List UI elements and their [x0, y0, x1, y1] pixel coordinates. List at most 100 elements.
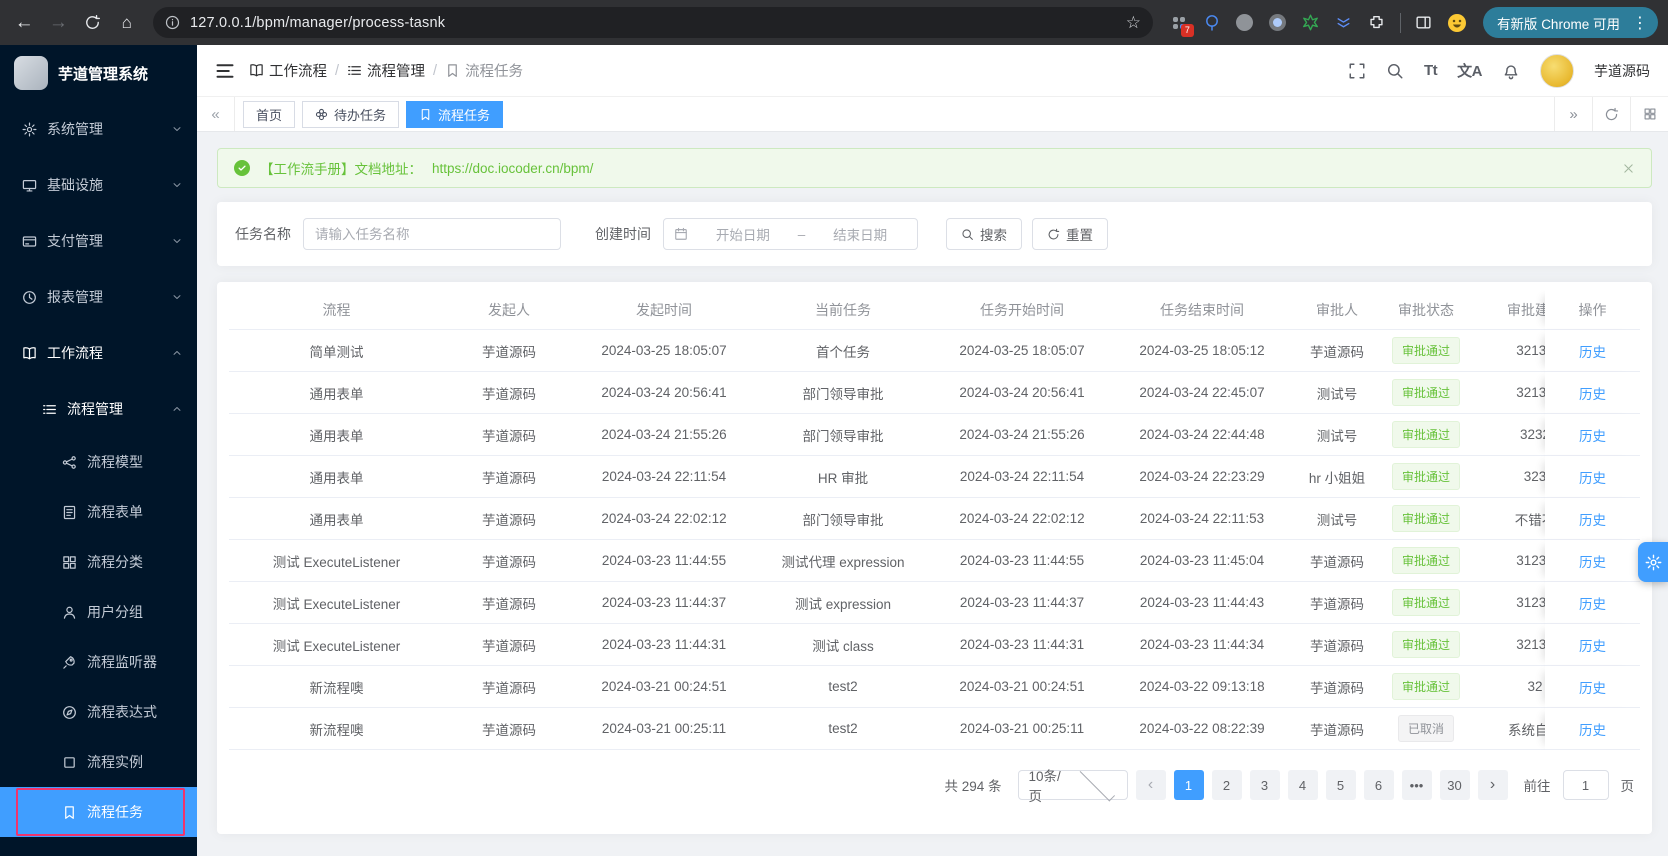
- tabs-scroll-right-button[interactable]: »: [1554, 97, 1592, 131]
- history-link[interactable]: 历史: [1579, 681, 1606, 696]
- end-date-placeholder[interactable]: 结束日期: [813, 224, 907, 244]
- breadcrumb-item-process-management[interactable]: 流程管理: [347, 60, 425, 81]
- tab-home[interactable]: 首页: [243, 100, 296, 128]
- history-link[interactable]: 历史: [1579, 387, 1606, 402]
- cell-process: 通用表单: [229, 372, 444, 414]
- history-link[interactable]: 历史: [1579, 345, 1606, 360]
- search-icon[interactable]: [1386, 62, 1404, 80]
- history-link[interactable]: 历史: [1579, 471, 1606, 486]
- side-panel-icon[interactable]: [1414, 13, 1434, 33]
- page-button[interactable]: 1: [1173, 770, 1204, 800]
- extension-badge: 7: [1180, 23, 1194, 37]
- history-link[interactable]: 历史: [1579, 639, 1606, 654]
- page-button[interactable]: 5: [1325, 770, 1356, 800]
- page-button[interactable]: 2: [1211, 770, 1242, 800]
- sidebar-item-process-model[interactable]: 流程模型: [0, 437, 197, 487]
- extension-icon-chevrons[interactable]: [1334, 13, 1354, 33]
- page-button[interactable]: •••: [1401, 770, 1432, 800]
- rocket-icon: [62, 655, 77, 670]
- date-range-picker[interactable]: 开始日期 – 结束日期: [663, 218, 918, 250]
- col-actions: 操作: [1545, 290, 1640, 330]
- prev-page-button[interactable]: ‹: [1135, 770, 1166, 800]
- refresh-icon: [1047, 228, 1060, 241]
- table-row: 通用表单 芋道源码 2024-03-24 22:11:54 HR 审批 2024…: [229, 456, 1640, 498]
- sidebar-item-process-category[interactable]: 流程分类: [0, 537, 197, 587]
- sidebar-item-infra[interactable]: 基础设施: [0, 157, 197, 213]
- profile-avatar-icon[interactable]: [1447, 13, 1467, 33]
- banner-doc-link[interactable]: https://doc.iocoder.cn/bpm/: [432, 161, 593, 176]
- sidebar-item-payment[interactable]: 支付管理: [0, 213, 197, 269]
- bookmark-star-icon[interactable]: ☆: [1126, 13, 1141, 33]
- collapse-menu-icon[interactable]: [215, 61, 235, 81]
- page-size-select[interactable]: 10条/页: [1017, 766, 1128, 804]
- cell-status: 审批通过: [1382, 456, 1470, 498]
- tab-process-task[interactable]: 流程任务: [406, 100, 504, 128]
- url-bar[interactable]: 127.0.0.1/bpm/manager/process-tasnk ☆: [152, 7, 1153, 38]
- browser-back-button[interactable]: ←: [10, 7, 38, 39]
- tabs-scroll-left-button[interactable]: «: [197, 97, 235, 131]
- breadcrumb-item-workflow[interactable]: 工作流程: [249, 60, 327, 81]
- cell-process: 简单测试: [229, 330, 444, 372]
- history-link[interactable]: 历史: [1579, 723, 1606, 738]
- theme-settings-button[interactable]: [1638, 542, 1668, 582]
- cell-starter: 芋道源码: [444, 498, 574, 540]
- font-size-icon[interactable]: Tt: [1424, 62, 1438, 79]
- url-text[interactable]: 127.0.0.1/bpm/manager/process-tasnk: [190, 15, 1116, 31]
- sidebar-item-process-task[interactable]: 流程任务: [0, 787, 197, 837]
- username[interactable]: 芋道源码: [1594, 61, 1650, 81]
- cell-current-task: 部门领导审批: [754, 372, 932, 414]
- history-link[interactable]: 历史: [1579, 513, 1606, 528]
- sidebar-item-report[interactable]: 报表管理: [0, 269, 197, 325]
- history-link[interactable]: 历史: [1579, 597, 1606, 612]
- breadcrumb-item-process-task: 流程任务: [445, 60, 523, 81]
- extension-icon-round-2[interactable]: [1268, 13, 1288, 33]
- extension-icon-balloon[interactable]: [1202, 13, 1222, 33]
- task-name-input[interactable]: [303, 218, 561, 250]
- total-count: 共 294 条: [944, 779, 1002, 794]
- next-page-button[interactable]: ›: [1477, 770, 1508, 800]
- sidebar-item-process-form[interactable]: 流程表单: [0, 487, 197, 537]
- search-button[interactable]: 搜索: [946, 218, 1022, 250]
- sidebar-item-process-expression[interactable]: 流程表达式: [0, 687, 197, 737]
- sidebar-item-process-instance[interactable]: 流程实例: [0, 737, 197, 787]
- chrome-update-button[interactable]: 有新版 Chrome 可用 ⋮: [1482, 7, 1658, 38]
- page-button[interactable]: 3: [1249, 770, 1280, 800]
- page-button[interactable]: 4: [1287, 770, 1318, 800]
- sidebar-item-process-management[interactable]: 流程管理: [0, 381, 197, 437]
- history-link[interactable]: 历史: [1579, 555, 1606, 570]
- user-avatar[interactable]: [1540, 53, 1574, 88]
- tab-todo-task[interactable]: 待办任务: [302, 100, 400, 128]
- browser-reload-button[interactable]: [78, 7, 106, 39]
- browser-menu-icon[interactable]: ⋮: [1628, 13, 1652, 33]
- page-button[interactable]: 30: [1439, 770, 1470, 800]
- site-info-icon[interactable]: [165, 15, 180, 30]
- status-badge: 已取消: [1397, 715, 1454, 742]
- browser-home-button[interactable]: ⌂: [113, 7, 141, 39]
- bell-icon[interactable]: [1502, 62, 1520, 80]
- app-logo-row[interactable]: 芋道管理系统: [0, 45, 197, 101]
- extension-icon-round-1[interactable]: [1235, 13, 1255, 33]
- cell-process: 新流程噢: [229, 708, 444, 750]
- goto-page-input[interactable]: [1562, 770, 1609, 800]
- browser-forward-button[interactable]: →: [44, 7, 72, 39]
- history-link[interactable]: 历史: [1579, 429, 1606, 444]
- sidebar-item-user-group[interactable]: 用户分组: [0, 587, 197, 637]
- browser-chrome: ← → ⌂ 127.0.0.1/bpm/manager/process-tasn…: [0, 0, 1668, 45]
- reset-button[interactable]: 重置: [1032, 218, 1108, 250]
- tab-refresh-button[interactable]: [1592, 97, 1630, 131]
- chevron-down-icon: [1079, 766, 1115, 802]
- cell-approver: 测试号: [1292, 414, 1382, 456]
- translate-icon[interactable]: 文A: [1457, 60, 1482, 81]
- page-button[interactable]: 6: [1363, 770, 1394, 800]
- tab-layout-grid-button[interactable]: [1630, 97, 1668, 131]
- sidebar-item-workflow[interactable]: 工作流程: [0, 325, 197, 381]
- status-badge: 审批通过: [1391, 337, 1460, 364]
- extension-icon-grid[interactable]: 7: [1169, 13, 1194, 37]
- extensions-puzzle-icon[interactable]: [1367, 13, 1387, 33]
- sidebar-item-system[interactable]: 系统管理: [0, 101, 197, 157]
- start-date-placeholder[interactable]: 开始日期: [696, 224, 790, 244]
- extension-icon-star[interactable]: [1301, 13, 1321, 33]
- close-icon[interactable]: [1622, 162, 1635, 175]
- sidebar-item-process-listener[interactable]: 流程监听器: [0, 637, 197, 687]
- fullscreen-icon[interactable]: [1348, 62, 1366, 80]
